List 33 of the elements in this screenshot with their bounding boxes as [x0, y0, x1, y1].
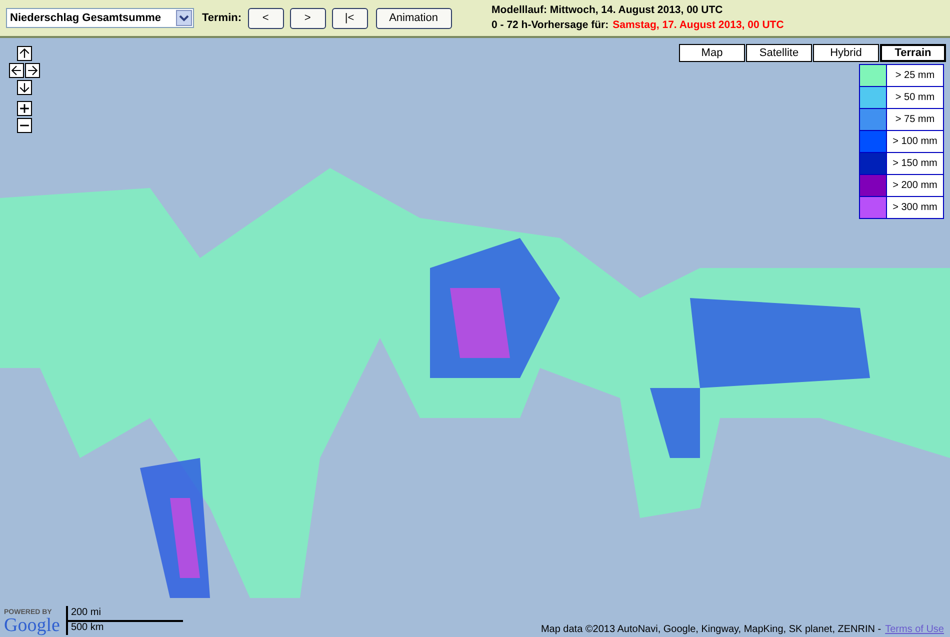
- pan-down-button[interactable]: [17, 80, 32, 95]
- toolbar-button[interactable]: <: [248, 8, 284, 28]
- plus-icon: [19, 103, 30, 114]
- forecast-time: Samstag, 17. August 2013, 00 UTC: [612, 18, 784, 33]
- zoom-in-button[interactable]: [17, 101, 32, 116]
- down-arrow-icon: [19, 82, 30, 93]
- pan-left-button[interactable]: [9, 63, 24, 78]
- scale-bar: 200 mi 500 km: [66, 606, 183, 635]
- map-type-tab[interactable]: Terrain: [880, 44, 946, 62]
- product-select[interactable]: Niederschlag Gesamtsumme: [6, 8, 194, 28]
- model-run-text: Modelllauf: Mittwoch, 14. August 2013, 00 UTC: [492, 3, 724, 18]
- legend-label: > 50 mm: [894, 91, 936, 105]
- right-arrow-icon: [27, 65, 38, 76]
- zoom-out-button[interactable]: [17, 118, 32, 133]
- pan-right-button[interactable]: [25, 63, 40, 78]
- legend-label: > 200 mm: [892, 179, 938, 193]
- up-arrow-icon: [19, 48, 30, 59]
- map-type-tab[interactable]: Map: [679, 44, 745, 62]
- legend-label: > 25 mm: [894, 69, 936, 83]
- legend-label: > 300 mm: [892, 201, 938, 215]
- forecast-label: 0 - 72 h-Vorhersage für:: [492, 18, 609, 33]
- legend-label: > 75 mm: [894, 113, 936, 127]
- legend-label: > 100 mm: [892, 135, 938, 149]
- toolbar-button[interactable]: |<: [332, 8, 368, 28]
- legend-label: > 150 mm: [892, 157, 938, 171]
- toolbar-button[interactable]: >: [290, 8, 326, 28]
- pan-up-button[interactable]: [17, 46, 32, 61]
- left-arrow-icon: [11, 65, 22, 76]
- toolbar-button[interactable]: Animation: [376, 8, 452, 28]
- termin-label: Termin:: [202, 12, 242, 24]
- attribution-text: Map data ©2013 AutoNavi, Google, Kingway, MapKing, SK planet, ZENRIN -: [540, 624, 882, 635]
- map-type-tab[interactable]: Satellite: [746, 44, 812, 62]
- map-type-tab[interactable]: Hybrid: [813, 44, 879, 62]
